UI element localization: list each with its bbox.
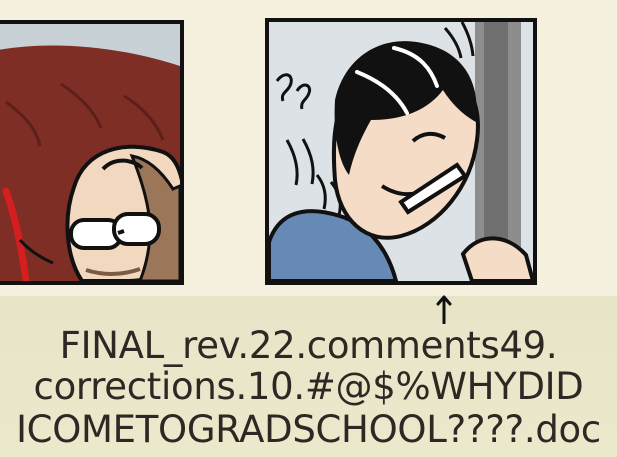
filename-caption-line-1: FINAL_rev.22.comments49. bbox=[59, 324, 558, 367]
glasses-bridge bbox=[117, 229, 125, 235]
right-comic-panel bbox=[265, 18, 537, 285]
left-panel-illustration bbox=[0, 24, 180, 281]
arrow-up-icon bbox=[436, 295, 452, 324]
right-panel-illustration bbox=[269, 22, 533, 281]
left-comic-panel bbox=[0, 20, 184, 285]
comic-scene: FINAL_rev.22.comments49. corrections.10.… bbox=[0, 0, 617, 457]
filename-caption-line-2: corrections.10.#@$%WHYDID bbox=[33, 365, 584, 408]
glasses-right-lens bbox=[112, 212, 161, 246]
filename-caption-line-3: ICOMETOGRADSCHOOL????.doc bbox=[16, 408, 601, 451]
